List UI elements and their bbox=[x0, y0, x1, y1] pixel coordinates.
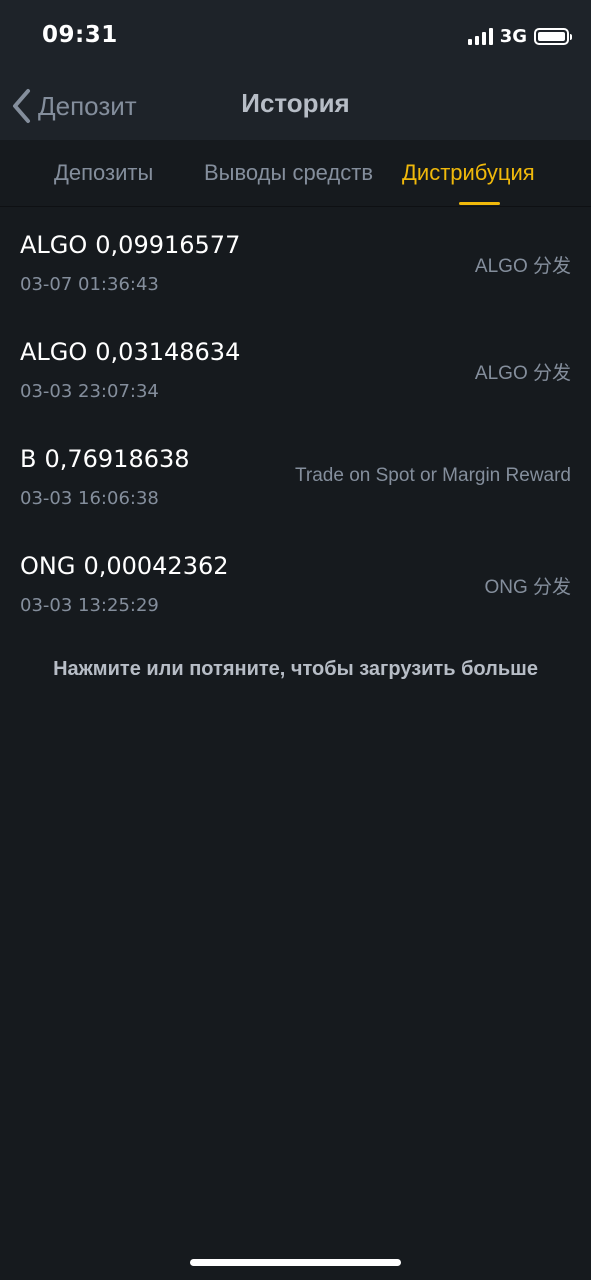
item-amount: 0,03148634 bbox=[95, 338, 241, 366]
item-title: ALGO 0,03148634 bbox=[20, 338, 240, 366]
item-amount: 0,09916577 bbox=[95, 231, 241, 259]
back-button[interactable]: Депозит bbox=[10, 84, 137, 128]
item-date: 03-03 16:06:38 bbox=[20, 488, 159, 509]
status-time: 09:31 bbox=[42, 22, 118, 48]
item-asset: ALGO bbox=[20, 231, 88, 259]
network-type: 3G bbox=[499, 25, 527, 47]
item-date: 03-03 13:25:29 bbox=[20, 595, 159, 616]
item-title: ONG 0,00042362 bbox=[20, 552, 229, 580]
list-item[interactable]: ONG 0,00042362 03-03 13:25:29 ONG 分发 bbox=[0, 529, 591, 636]
status-indicators: 3G bbox=[467, 25, 572, 47]
status-bar: 09:31 3G bbox=[0, 0, 591, 72]
back-label: Депозит bbox=[38, 90, 137, 121]
active-tab-indicator bbox=[459, 202, 500, 205]
item-title: B 0,76918638 bbox=[20, 445, 190, 473]
navigation-bar: Депозит История bbox=[0, 72, 591, 140]
item-description: Trade on Spot or Margin Reward bbox=[295, 465, 571, 486]
item-description: ALGO 分发 bbox=[474, 363, 571, 384]
list-item[interactable]: ALGO 0,03148634 03-03 23:07:34 ALGO 分发 bbox=[0, 315, 591, 422]
item-description: ONG 分发 bbox=[484, 577, 571, 598]
item-amount: 0,00042362 bbox=[83, 552, 229, 580]
item-description: ALGO 分发 bbox=[474, 256, 571, 277]
tab-withdrawals[interactable]: Выводы средств bbox=[204, 160, 373, 186]
item-amount: 0,76918638 bbox=[44, 445, 190, 473]
chevron-left-icon bbox=[10, 86, 34, 126]
item-date: 03-03 23:07:34 bbox=[20, 381, 159, 402]
list-item[interactable]: B 0,76918638 03-03 16:06:38 Trade on Spot… bbox=[0, 422, 591, 529]
tab-distribution[interactable]: Дистрибуция bbox=[402, 160, 535, 186]
item-title: ALGO 0,09916577 bbox=[20, 231, 240, 259]
cellular-signal-icon bbox=[467, 27, 493, 45]
home-indicator[interactable] bbox=[190, 1259, 401, 1266]
item-date: 03-07 01:36:43 bbox=[20, 274, 159, 295]
distribution-list: ALGO 0,09916577 03-07 01:36:43 ALGO 分发 AL… bbox=[0, 208, 591, 636]
tab-deposits[interactable]: Депозиты bbox=[54, 160, 153, 186]
item-asset: ALGO bbox=[20, 338, 88, 366]
item-asset: B bbox=[20, 445, 37, 473]
load-more-button[interactable]: Нажмите или потяните, чтобы загрузить бо… bbox=[0, 658, 591, 681]
history-tabs: Депозиты Выводы средств Дистрибуция bbox=[0, 140, 591, 207]
list-item[interactable]: ALGO 0,09916577 03-07 01:36:43 ALGO 分发 bbox=[0, 208, 591, 315]
item-asset: ONG bbox=[20, 552, 76, 580]
battery-icon bbox=[534, 27, 572, 45]
